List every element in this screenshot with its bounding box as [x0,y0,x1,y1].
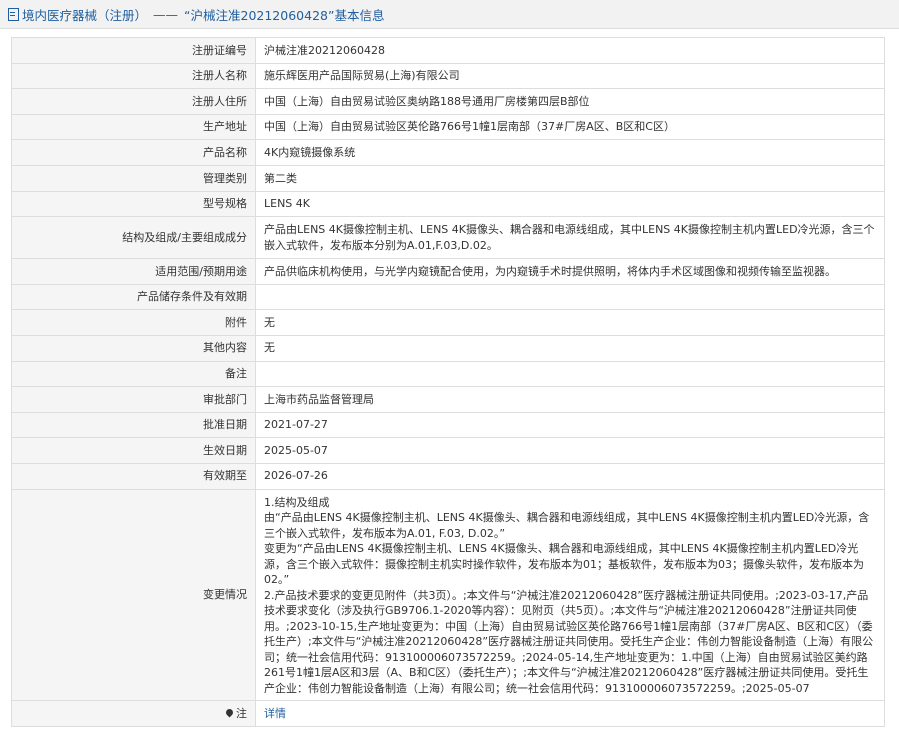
row-value: 第二类 [255,164,885,192]
row-label: 注册人名称 [11,62,256,90]
changes-line: 变更为“产品由LENS 4K摄像控制主机、LENS 4K摄像头、耦合器和电源线组… [264,542,864,586]
table-row: 其他内容无 [11,334,885,362]
table-row: 生效日期 2025-05-07 [11,437,885,464]
pin-icon [224,707,235,717]
row-label: 注册人住所 [11,88,256,115]
note-label: 注 [236,706,247,720]
row-label: 有效期至 [11,462,256,490]
table-row: 注册证编号 沪械注准20212060428 [11,37,885,64]
detail-table-wrapper: 注册证编号 沪械注准20212060428 注册人名称 施乐辉医用产品国际贸易(上海… [11,37,885,727]
row-value [255,360,885,388]
note-value: 详情 [255,700,885,727]
changes-row: 变更情况 1.结构及组成 由“产品由LENS 4K摄像控制主机、LENS 4K摄… [11,488,885,701]
row-value: 无 [255,309,885,336]
table-row: 有效期至 2026-07-26 [11,462,885,490]
row-label: 产品储存条件及有效期 [11,283,256,311]
row-label: 结构及组成/主要组成成分 [11,216,256,260]
changes-line: 1.结构及组成 [264,495,330,509]
row-value: 中国（上海）自由贸易试验区奥纳路188号通用厂房楼第四层B部位 [255,88,885,115]
table-row: 备注 [11,360,885,388]
header-separator: —— [153,6,179,22]
row-label: 批准日期 [11,411,256,439]
row-label: 管理类别 [11,164,256,192]
row-value: 中国（上海）自由贸易试验区英伦路766号1幢1层南部（37#厂房A区、B区和C区… [255,113,885,141]
row-label: 注册证编号 [11,37,256,64]
row-label: 生效日期 [11,437,256,464]
row-label: 审批部门 [11,386,256,413]
row-label: 备注 [11,360,256,388]
row-label: 其他内容 [11,334,256,362]
table-row: 结构及组成/主要组成成分 产品由LENS 4K摄像控制主机、LENS 4K摄像头、… [11,216,885,260]
row-label: 产品名称 [11,139,256,166]
row-label: 生产地址 [11,113,256,141]
row-value: 上海市药品监督管理局 [255,386,885,413]
note-label-cell: 注 [11,700,256,727]
note-row: 注 详情 [11,700,885,727]
row-label: 适用范围/预期用途 [11,258,256,285]
header-title: “沪械注准20212060428”基本信息 [184,7,385,23]
row-value: 产品供临床机构使用，与光学内窥镜配合使用，为内窥镜手术时提供照明，将体内手术区域… [255,258,885,285]
row-value: 2025-05-07 [255,437,885,464]
row-value: 沪械注准20212060428 [255,37,885,64]
row-label: 附件 [11,309,256,336]
detail-table: 注册证编号 沪械注准20212060428 注册人名称 施乐辉医用产品国际贸易(上海… [11,37,885,727]
document-icon [8,7,19,21]
changes-value: 1.结构及组成 由“产品由LENS 4K摄像控制主机、LENS 4K摄像头、耦合… [255,488,885,701]
row-value: 2026-07-26 [255,462,885,490]
row-value: 2021-07-27 [255,411,885,439]
details-link[interactable]: 详情 [264,707,286,720]
table-row: 附件无 [11,309,885,336]
table-row: 注册人名称 施乐辉医用产品国际贸易(上海)有限公司 [11,62,885,90]
row-value: 施乐辉医用产品国际贸易(上海)有限公司 [255,62,885,90]
row-value: 4K内窥镜摄像系统 [255,139,885,166]
row-value: 产品由LENS 4K摄像控制主机、LENS 4K摄像头、耦合器和电源线组成，其中… [255,216,885,260]
row-value: 无 [255,334,885,362]
row-value: LENS 4K [255,190,885,218]
page-header: 境内医疗器械（注册） —— “沪械注准20212060428”基本信息 [0,0,899,29]
changes-label: 变更情况 [11,488,256,701]
table-row: 产品名称 4K内窥镜摄像系统 [11,139,885,166]
header-category: 境内医疗器械（注册） [22,7,148,23]
table-row: 生产地址 中国（上海）自由贸易试验区英伦路766号1幢1层南部（37#厂房A区、B… [11,113,885,141]
table-row: 审批部门 上海市药品监督管理局 [11,386,885,413]
table-row: 管理类别 第二类 [11,164,885,192]
row-value [255,283,885,311]
changes-line: 由“产品由LENS 4K摄像控制主机、LENS 4K摄像头、耦合器和电源线组成，… [264,511,870,540]
table-row: 产品储存条件及有效期 [11,283,885,311]
changes-line: 2.产品技术要求的变更见附件（共3页）。;本文件与“沪械注准2021206042… [264,588,874,695]
table-row: 批准日期 2021-07-27 [11,411,885,439]
table-row: 型号规格 LENS 4K [11,190,885,218]
table-row: 注册人住所 中国（上海）自由贸易试验区奥纳路188号通用厂房楼第四层B部位 [11,88,885,115]
row-label: 型号规格 [11,190,256,218]
table-row: 适用范围/预期用途 产品供临床机构使用，与光学内窥镜配合使用，为内窥镜手术时提供照… [11,258,885,285]
